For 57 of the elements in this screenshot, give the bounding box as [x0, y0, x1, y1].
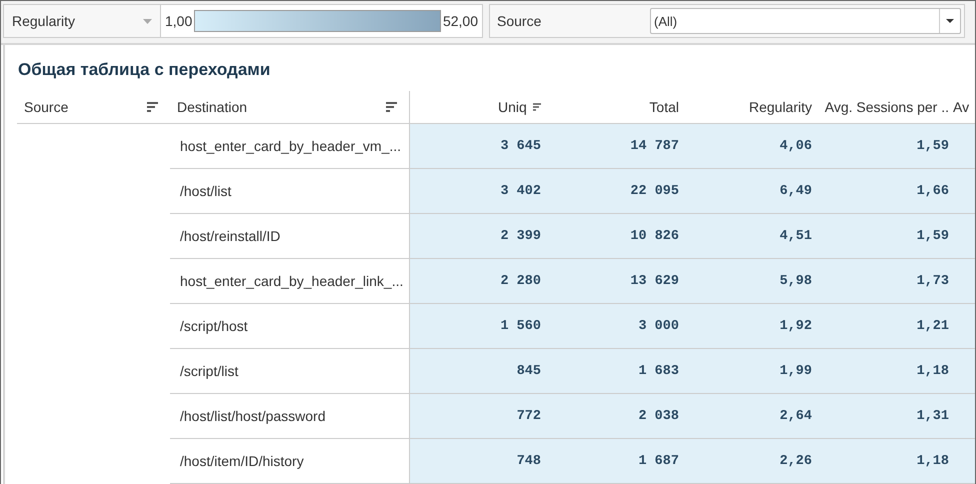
column-header[interactable]: Regularity: [748, 99, 812, 115]
table-cell: 22 095: [545, 169, 683, 214]
column-header[interactable]: Destination: [177, 99, 248, 115]
table-cell: 3 645: [410, 124, 545, 169]
column-header[interactable]: Total: [649, 99, 679, 115]
table-cell: 2 038: [545, 394, 683, 439]
sort-icon[interactable]: [386, 102, 397, 112]
table-cell: 4,51: [683, 214, 816, 259]
table-cell: 1,21: [816, 304, 953, 349]
table-cell: [953, 214, 975, 259]
filter-label: Source: [489, 4, 647, 38]
table-cell: 10 826: [545, 214, 683, 259]
legend-min: 1,00: [165, 13, 192, 29]
table-cell: 772: [410, 394, 545, 439]
table-cell: 3 402: [410, 169, 545, 214]
table-cell: [953, 169, 975, 214]
table-cell: 1,99: [683, 349, 816, 394]
legend-max: 52,00: [442, 13, 478, 29]
table-cell: 1,73: [816, 259, 953, 304]
source-select[interactable]: (All): [650, 8, 961, 34]
table-cell: 1,66: [816, 169, 953, 214]
table-cell: [953, 394, 975, 439]
sort-icon[interactable]: [147, 102, 158, 112]
table-cell: 1,18: [816, 349, 953, 394]
table-cell: 3 000: [545, 304, 683, 349]
table-cell: [953, 259, 975, 304]
column-header[interactable]: Avg. Sessions per ..: [824, 99, 949, 115]
table-cell: 1,18: [816, 439, 953, 484]
table-cell: [953, 439, 975, 484]
table-cell: 2,26: [683, 439, 816, 484]
table-cell: 2,64: [683, 394, 816, 439]
sheet-title: Общая таблица с переходами: [17, 59, 272, 81]
column-header[interactable]: Uniq: [498, 99, 527, 115]
table-cell: 1 560: [410, 304, 545, 349]
caret-icon: [946, 19, 954, 23]
table-cell: [953, 304, 975, 349]
column-header[interactable]: Av: [953, 99, 970, 115]
table-cell: 1,59: [816, 124, 953, 169]
table-cell: 1 683: [545, 349, 683, 394]
table-cell: 1,31: [816, 394, 953, 439]
measure-dropdown[interactable]: Regularity: [3, 4, 161, 38]
column-header[interactable]: Source: [24, 99, 68, 115]
sort-icon[interactable]: [532, 102, 541, 112]
table-cell: 5,98: [683, 259, 816, 304]
table-cell: 1 687: [545, 439, 683, 484]
table-cell: 1,92: [683, 304, 816, 349]
table-cell: [953, 349, 975, 394]
table-cell: 6,49: [683, 169, 816, 214]
table-cell: 13 629: [545, 259, 683, 304]
table-cell: 2 280: [410, 259, 545, 304]
table-cell: 748: [410, 439, 545, 484]
table-cell: 845: [410, 349, 545, 394]
table-cell: 2 399: [410, 214, 545, 259]
table-cell: 4,06: [683, 124, 816, 169]
caret-icon: [143, 18, 152, 24]
table-cell: 14 787: [545, 124, 683, 169]
table-cell: 1,59: [816, 214, 953, 259]
